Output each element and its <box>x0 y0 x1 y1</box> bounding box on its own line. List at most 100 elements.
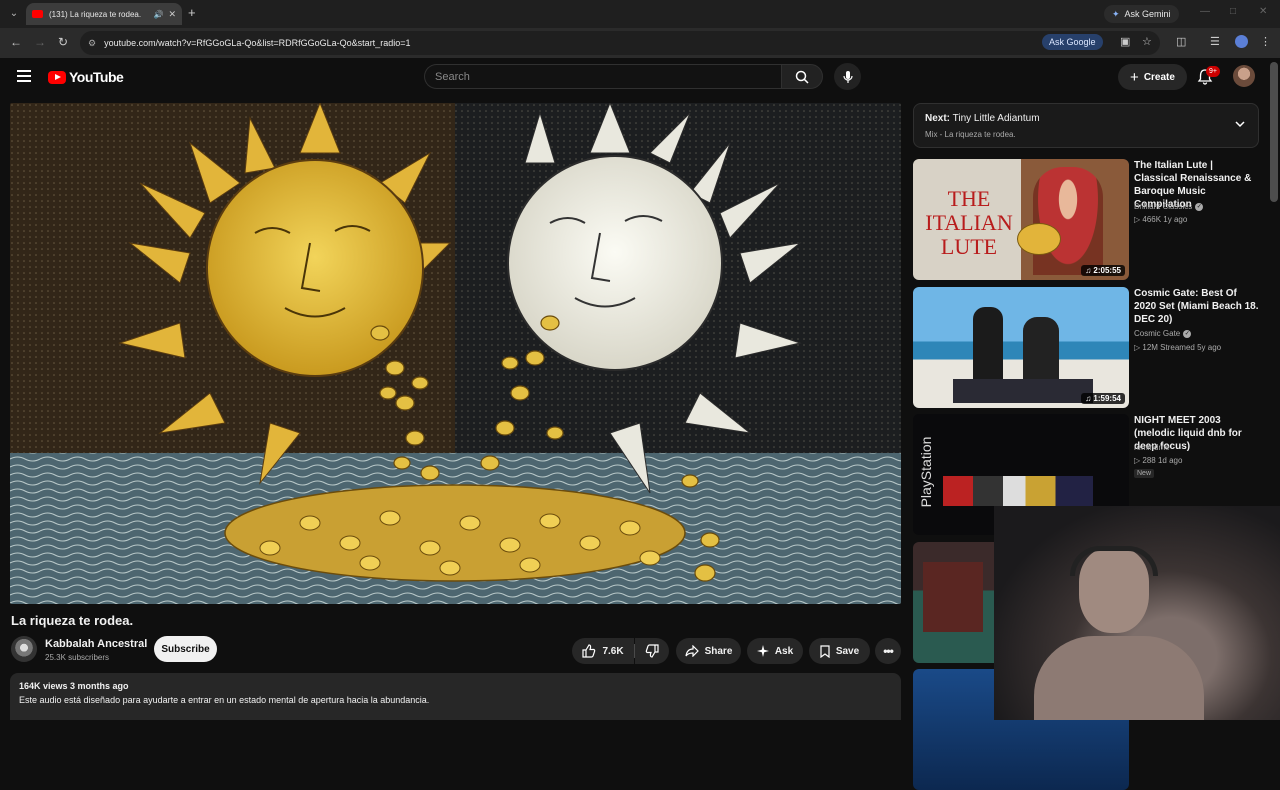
rec-title-2[interactable]: Cosmic Gate: Best Of 2020 Set (Miami Bea… <box>1134 287 1259 326</box>
search-input[interactable]: Search <box>424 64 781 89</box>
channel-avatar[interactable] <box>11 636 37 662</box>
create-label: Create <box>1143 71 1175 83</box>
microphone-icon <box>842 70 853 83</box>
description-text: Este audio está diseñado para ayudarte a… <box>19 695 430 705</box>
new-tab-button[interactable]: + <box>188 5 196 20</box>
rec-channel-2[interactable]: Cosmic Gate ✓ <box>1134 329 1192 338</box>
share-arrow-icon <box>684 645 699 657</box>
tab-title: (131) La riqueza te rodea. <box>49 9 142 19</box>
create-button[interactable]: + Create <box>1118 64 1187 90</box>
angel-figure <box>1033 167 1103 275</box>
youtube-logo[interactable]: YouTube <box>48 69 124 85</box>
video-title: La riqueza te rodea. <box>11 613 134 628</box>
next-label: Next: <box>925 113 951 124</box>
video-frame-illustration <box>10 103 901 604</box>
rec-meta-2: ▷ 12M Streamed 5y ago <box>1134 343 1222 352</box>
browser-menu-icon[interactable]: ⋮ <box>1260 35 1271 48</box>
close-tab-icon[interactable]: ✕ <box>168 9 176 20</box>
ask-gemini-button[interactable]: ✦ Ask Gemini <box>1104 5 1179 23</box>
rec-channel-1[interactable]: Brilliant Classics ✓ <box>1134 202 1204 211</box>
browser-tab-bar: ⌄ (131) La riqueza te rodea. 🔊 ✕ + ✦ Ask… <box>0 0 1280 28</box>
url-text: youtube.com/watch?v=RfGGoGLa-Qo&list=RDR… <box>104 38 411 48</box>
building-shape <box>923 562 983 632</box>
notification-count-badge: 9+ <box>1206 66 1220 77</box>
address-bar[interactable]: ⚙ youtube.com/watch?v=RfGGoGLa-Qo&list=R… <box>80 31 1160 55</box>
more-horizontal-icon: ••• <box>883 644 894 658</box>
ask-google-button[interactable]: Ask Google <box>1042 34 1103 50</box>
reload-icon[interactable]: ↻ <box>58 35 68 49</box>
save-label: Save <box>835 645 860 657</box>
up-next-mix-panel[interactable]: Next: Tiny Little Adiantum Mix - La riqu… <box>913 103 1259 148</box>
user-avatar[interactable] <box>1233 65 1255 87</box>
gemini-sparkle-icon: ✦ <box>1112 8 1120 19</box>
playstation-text: PlayStation <box>918 436 934 508</box>
headset-band <box>1070 546 1158 576</box>
maximize-icon[interactable]: □ <box>1230 6 1236 17</box>
browser-profile-avatar[interactable] <box>1235 35 1248 48</box>
sparkle-icon <box>756 645 769 657</box>
thumbs-down-icon <box>645 644 659 658</box>
site-info-icon[interactable]: ⚙ <box>88 38 96 49</box>
page-scrollbar[interactable] <box>1270 62 1278 202</box>
plus-icon: + <box>1130 68 1139 86</box>
reading-list-icon[interactable]: ☰ <box>1210 35 1220 48</box>
ask-label: Ask <box>774 645 794 657</box>
subscriber-count: 25.3K subscribers <box>45 653 110 662</box>
dj-decks <box>953 379 1093 403</box>
audio-playing-icon[interactable]: 🔊 <box>153 10 163 19</box>
dislike-button[interactable] <box>635 638 669 664</box>
verified-check-icon: ✓ <box>1183 329 1192 338</box>
save-button[interactable]: Save <box>809 638 870 664</box>
browser-tab[interactable]: (131) La riqueza te rodea. 🔊 ✕ <box>26 3 182 25</box>
new-badge: New <box>1134 469 1155 478</box>
channel-name[interactable]: Kabbalah Ancestral <box>45 638 147 650</box>
thumbs-up-icon <box>582 644 596 658</box>
install-app-icon[interactable]: ▣ <box>1120 35 1130 48</box>
ask-google-label: Ask Google <box>1049 37 1096 47</box>
up-next-title: Next: Tiny Little Adiantum <box>925 113 1040 124</box>
back-arrow-icon[interactable]: ← <box>10 35 22 49</box>
next-video-title: Tiny Little Adiantum <box>952 113 1040 124</box>
views-and-date: 164K views 3 months ago <box>19 681 129 691</box>
thumbnail-title-text: THE ITALIAN LUTE <box>925 186 1013 259</box>
race-cars <box>943 476 1093 506</box>
video-player[interactable] <box>10 103 901 604</box>
webcam-overlay <box>994 506 1280 720</box>
verified-check-icon: ✓ <box>1195 202 1204 211</box>
video-duration: ♫ 2:05:55 <box>1081 265 1125 276</box>
tab-search-chevron-icon[interactable]: ⌄ <box>6 5 22 21</box>
forward-arrow-icon[interactable]: → <box>34 35 46 49</box>
rec-meta-1: ▷ 466K 1y ago <box>1134 215 1188 224</box>
close-window-icon[interactable]: ✕ <box>1259 6 1267 17</box>
ask-button[interactable]: Ask <box>747 638 803 664</box>
person-torso <box>1034 636 1204 720</box>
menu-hamburger-icon[interactable] <box>17 70 31 82</box>
youtube-wordmark: YouTube <box>69 69 124 85</box>
rec-thumbnail-2[interactable]: ♫ 1:59:54 <box>913 287 1129 408</box>
bookmark-star-icon[interactable]: ☆ <box>1142 35 1152 48</box>
chevron-down-icon[interactable] <box>1234 118 1246 130</box>
rec-channel-3[interactable]: remindme <box>1134 443 1170 452</box>
like-count: 7.6K <box>602 645 624 657</box>
ask-gemini-label: Ask Gemini <box>1124 9 1171 19</box>
youtube-favicon-icon <box>32 10 43 18</box>
rec-thumbnail-1[interactable]: THE ITALIAN LUTE ♫ 2:05:55 <box>913 159 1129 280</box>
like-button[interactable]: 7.6K <box>572 638 634 664</box>
bookmark-icon <box>820 644 830 658</box>
search-button[interactable] <box>781 64 823 89</box>
youtube-play-logo-icon <box>48 70 66 84</box>
share-button[interactable]: Share <box>676 638 741 664</box>
mix-name: Mix - La riqueza te rodea. <box>925 130 1016 139</box>
rec-meta-3: ▷ 288 1d ago <box>1134 456 1183 465</box>
more-actions-button[interactable]: ••• <box>875 638 901 664</box>
voice-search-button[interactable] <box>834 63 861 90</box>
extensions-icon[interactable]: ◫ <box>1176 35 1186 48</box>
description-box[interactable]: 164K views 3 months ago Este audio está … <box>10 673 901 720</box>
lute-shape <box>1017 223 1061 255</box>
youtube-header: YouTube Search + Create 9+ <box>0 58 1280 98</box>
subscribe-button[interactable]: Subscribe <box>154 636 217 662</box>
share-label: Share <box>704 645 733 657</box>
minimize-icon[interactable]: — <box>1200 6 1210 17</box>
video-duration: ♫ 1:59:54 <box>1081 393 1125 404</box>
search-icon <box>795 70 809 84</box>
